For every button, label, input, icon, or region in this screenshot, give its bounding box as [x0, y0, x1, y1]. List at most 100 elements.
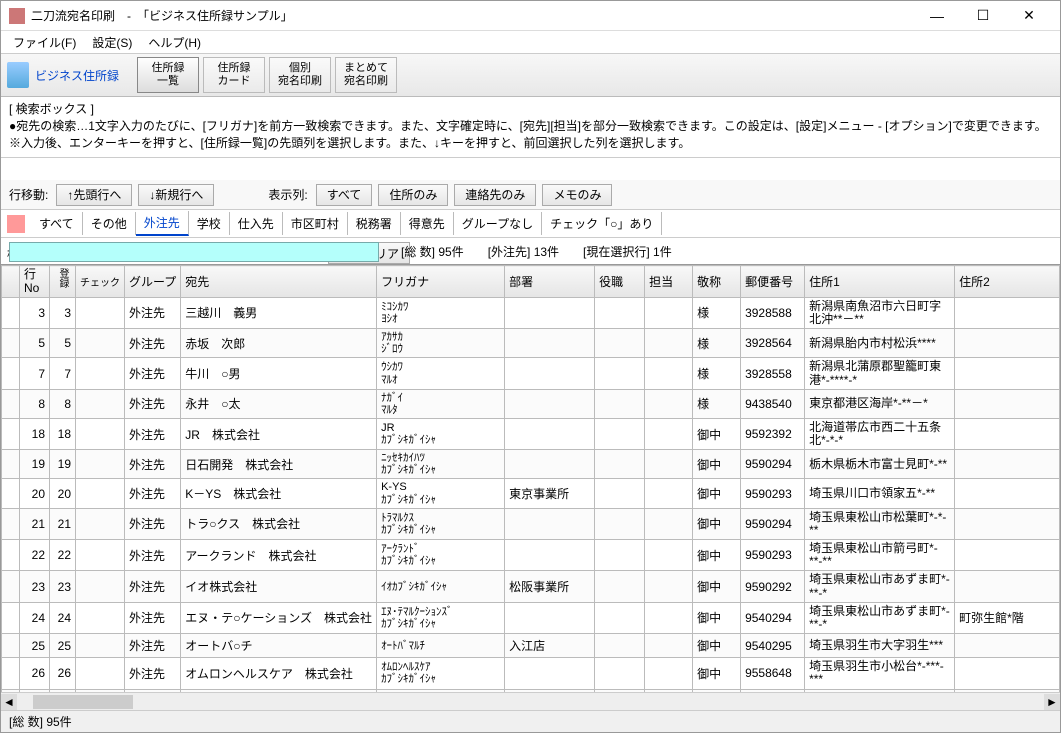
- cell-addr2: [955, 389, 1060, 418]
- table-row[interactable]: 1919外注先日石開発 株式会社ﾆｯｾｷｶｲﾊﾂｶﾌﾞｼｷｶﾞｲｼｬ御中9590…: [2, 450, 1060, 479]
- table-row[interactable]: 2020外注先K－YS 株式会社K-YSｶﾌﾞｼｷｶﾞｲｼｬ東京事業所御中959…: [2, 479, 1060, 508]
- tab-print-batch[interactable]: まとめて 宛名印刷: [335, 57, 397, 93]
- cell-zip: 9592392: [741, 418, 805, 449]
- table-row[interactable]: 2424外注先エヌ・テ○ケーションズ 株式会社ｴﾇ･ﾃﾏﾙｸｰｼｮﾝｽﾞｶﾌﾞｼ…: [2, 602, 1060, 633]
- filter-shiire[interactable]: 仕入先: [230, 212, 283, 235]
- cell-dest: アークランド 株式会社: [181, 540, 377, 571]
- row-selector[interactable]: [2, 602, 20, 633]
- table-row[interactable]: 2525外注先オートバ○チｵｰﾄﾊﾞﾏﾙﾁ入江店御中9540295埼玉県羽生市大…: [2, 634, 1060, 658]
- cell-addr1: 新潟県南魚沼市六日町字北沖**－**: [805, 297, 955, 328]
- row-selector[interactable]: [2, 658, 20, 689]
- row-selector[interactable]: [2, 634, 20, 658]
- cell-reg: 19: [50, 450, 76, 479]
- col-dest[interactable]: 宛先: [181, 266, 377, 297]
- col-selector[interactable]: [2, 266, 20, 297]
- filter-checked[interactable]: チェック「○」あり: [542, 212, 662, 235]
- cell-check[interactable]: [76, 358, 125, 389]
- tab-card[interactable]: 住所録 カード: [203, 57, 265, 93]
- cell-check[interactable]: [76, 658, 125, 689]
- scroll-right-icon[interactable]: ►: [1044, 694, 1060, 710]
- cell-check[interactable]: [76, 508, 125, 539]
- count-filtered: [外注先] 13件: [488, 243, 559, 260]
- cell-check[interactable]: [76, 450, 125, 479]
- cell-addr1: 新潟県北蒲原郡聖籠町東港*-****-*: [805, 358, 955, 389]
- viewcol-contact[interactable]: 連絡先のみ: [454, 184, 536, 206]
- scroll-thumb[interactable]: [33, 695, 133, 709]
- cell-check[interactable]: [76, 540, 125, 571]
- col-tanto[interactable]: 担当: [645, 266, 693, 297]
- table-row[interactable]: 55外注先赤坂 次郎ｱｶｻｶｼﾞﾛｳ様3928564新潟県胎内市村松浜****: [2, 329, 1060, 358]
- row-selector[interactable]: [2, 450, 20, 479]
- col-check[interactable]: チェック: [76, 266, 125, 297]
- tab-list[interactable]: 住所録 一覧: [137, 57, 199, 93]
- viewcol-memo[interactable]: メモのみ: [542, 184, 612, 206]
- maximize-button[interactable]: ☐: [960, 1, 1006, 31]
- menu-settings[interactable]: 設定(S): [86, 32, 138, 53]
- col-furigana[interactable]: フリガナ: [377, 266, 505, 297]
- table-wrap[interactable]: 行 No 登録 チェック グループ 宛先 フリガナ 部署 役職 担当 敬称 郵便…: [1, 264, 1060, 692]
- cell-check[interactable]: [76, 329, 125, 358]
- cell-furigana: K-YSｶﾌﾞｼｷｶﾞｲｼｬ: [377, 479, 505, 508]
- cell-addr2: [955, 508, 1060, 539]
- viewcol-all[interactable]: すべて: [316, 184, 373, 206]
- col-role[interactable]: 役職: [595, 266, 645, 297]
- cell-check[interactable]: [76, 602, 125, 633]
- col-reg[interactable]: 登録: [50, 266, 76, 297]
- table-row[interactable]: 2626外注先オムロンヘルスケア 株式会社ｵﾑﾛﾝﾍﾙｽｹｱｶﾌﾞｼｷｶﾞｲｼｬ…: [2, 658, 1060, 689]
- col-zip[interactable]: 郵便番号: [741, 266, 805, 297]
- col-keisho[interactable]: 敬称: [693, 266, 741, 297]
- col-group[interactable]: グループ: [125, 266, 181, 297]
- toolbar: ビジネス住所録 住所録 一覧 住所録 カード 個別 宛名印刷 まとめて 宛名印刷: [1, 53, 1060, 97]
- row-selector[interactable]: [2, 540, 20, 571]
- scroll-left-icon[interactable]: ◄: [1, 694, 17, 710]
- cell-check[interactable]: [76, 634, 125, 658]
- tab-print-single[interactable]: 個別 宛名印刷: [269, 57, 331, 93]
- goto-new-button[interactable]: ↓新規行へ: [138, 184, 214, 206]
- row-selector[interactable]: [2, 571, 20, 602]
- filter-nogroup[interactable]: グループなし: [454, 212, 542, 235]
- filter-other[interactable]: その他: [83, 212, 136, 235]
- col-addr1[interactable]: 住所1: [805, 266, 955, 297]
- addressbook-selector[interactable]: ビジネス住所録: [7, 62, 119, 88]
- cell-check[interactable]: [76, 479, 125, 508]
- search-input[interactable]: [9, 242, 379, 262]
- menu-file[interactable]: ファイル(F): [7, 32, 82, 53]
- filter-tax[interactable]: 税務署: [348, 212, 401, 235]
- row-selector[interactable]: [2, 418, 20, 449]
- table-row[interactable]: 88外注先永井 ○太ﾅｶﾞｲﾏﾙﾀ様9438540東京都港区海岸*-**－*: [2, 389, 1060, 418]
- cell-reg: 3: [50, 297, 76, 328]
- menu-help[interactable]: ヘルプ(H): [142, 32, 207, 53]
- cell-check[interactable]: [76, 389, 125, 418]
- cell-check[interactable]: [76, 571, 125, 602]
- minimize-button[interactable]: —: [914, 1, 960, 31]
- col-dept[interactable]: 部署: [505, 266, 595, 297]
- viewcol-addr[interactable]: 住所のみ: [378, 184, 448, 206]
- row-selector[interactable]: [2, 389, 20, 418]
- table-row[interactable]: 77外注先牛川 ○男ｳｼｶﾜﾏﾙｵ様3928558新潟県北蒲原郡聖籠町東港*-*…: [2, 358, 1060, 389]
- close-button[interactable]: ✕: [1006, 1, 1052, 31]
- filter-gaichu[interactable]: 外注先: [136, 211, 189, 236]
- cell-furigana: JRｶﾌﾞｼｷｶﾞｲｼｬ: [377, 418, 505, 449]
- cell-no: 20: [20, 479, 50, 508]
- col-addr2[interactable]: 住所2: [955, 266, 1060, 297]
- row-selector[interactable]: [2, 358, 20, 389]
- row-selector[interactable]: [2, 297, 20, 328]
- cell-check[interactable]: [76, 418, 125, 449]
- filter-tokui[interactable]: 得意先: [401, 212, 454, 235]
- table-row[interactable]: 33外注先三越川 義男ﾐｺｼｶﾜﾖｼｵ様3928588新潟県南魚沼市六日町字北沖…: [2, 297, 1060, 328]
- col-no[interactable]: 行 No: [20, 266, 50, 297]
- goto-top-button[interactable]: ↑先頭行へ: [56, 184, 132, 206]
- cell-check[interactable]: [76, 297, 125, 328]
- row-selector[interactable]: [2, 508, 20, 539]
- table-row[interactable]: 2222外注先アークランド 株式会社ｱｰｸﾗﾝﾄﾞｶﾌﾞｼｷｶﾞｲｼｬ御中959…: [2, 540, 1060, 571]
- filter-city[interactable]: 市区町村: [283, 212, 348, 235]
- filter-school[interactable]: 学校: [189, 212, 230, 235]
- horizontal-scrollbar[interactable]: ◄ ►: [1, 692, 1060, 710]
- filter-all[interactable]: すべて: [31, 212, 83, 235]
- table-row[interactable]: 2121外注先トラ○クス 株式会社ﾄﾗﾏﾙｸｽｶﾌﾞｼｷｶﾞｲｼｬ御中95902…: [2, 508, 1060, 539]
- row-selector[interactable]: [2, 329, 20, 358]
- table-row[interactable]: 2323外注先イオ株式会社ｲｵｶﾌﾞｼｷｶﾞｲｼｬ松阪事業所御中9590292埼…: [2, 571, 1060, 602]
- row-selector[interactable]: [2, 479, 20, 508]
- table-row[interactable]: 1818外注先JR 株式会社JRｶﾌﾞｼｷｶﾞｲｼｬ御中9592392北海道帯広…: [2, 418, 1060, 449]
- cell-tanto: [645, 418, 693, 449]
